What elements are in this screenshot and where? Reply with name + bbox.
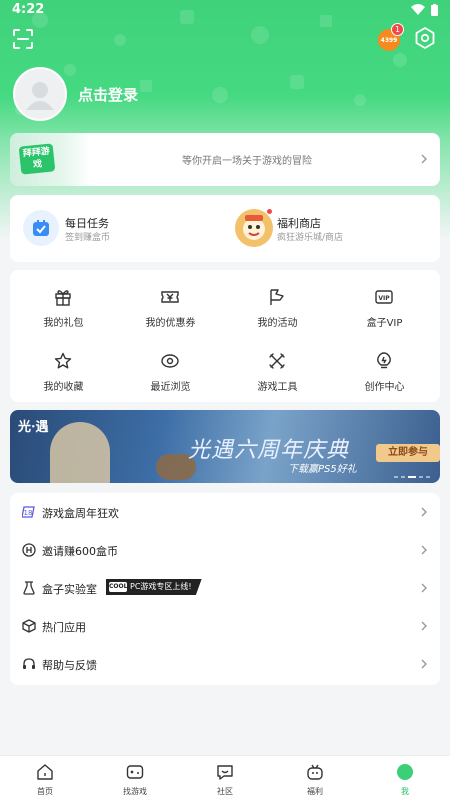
chevron-right-icon <box>421 583 427 593</box>
avatar[interactable] <box>13 67 67 121</box>
banner-subtitle: 下载赢PS5好礼 <box>288 464 357 475</box>
shortcut-recent-views[interactable]: 最近浏览 <box>117 336 224 396</box>
shortcut-label: 创作中心 <box>364 382 405 393</box>
list-item-label: 游戏盒周年狂欢 <box>42 507 119 520</box>
shortcut-my-gifts[interactable]: 我的礼包 <box>10 272 117 332</box>
shortcut-my-favorites[interactable]: 我的收藏 <box>10 336 117 396</box>
bottom-tab-bar: 首页 找游戏 社区 福利 我 <box>0 755 450 800</box>
shortcut-grid: 我的礼包 我的优惠券 我的活动 VIP 盒子VIP 我的收藏 最近浏览 游戏工具… <box>10 270 440 402</box>
cube-icon <box>22 619 36 633</box>
banner-pager <box>394 476 430 478</box>
status-bar: 4:22 <box>0 0 450 20</box>
list-item-hot-apps[interactable]: 热门应用 <box>10 607 440 645</box>
headset-icon <box>23 658 35 669</box>
adventure-card[interactable]: 拜拜游戏 等你开启一场关于游戏的冒险 <box>10 133 440 186</box>
list-item-anniversary[interactable]: 18 游戏盒周年狂欢 <box>10 493 440 531</box>
shortcut-label: 我的礼包 <box>43 318 84 329</box>
svg-text:18: 18 <box>24 509 33 517</box>
tab-label: 我 <box>401 787 409 796</box>
coin-label: 4399 <box>380 36 398 44</box>
adventure-logo-badge: 拜拜游戏 <box>18 143 56 175</box>
tab-label: 首页 <box>37 787 53 796</box>
tab-find-games[interactable]: 找游戏 <box>90 756 180 800</box>
tab-label: 福利 <box>307 787 323 796</box>
tab-community[interactable]: 社区 <box>180 756 270 800</box>
adventure-logo: 拜拜游戏 <box>10 133 90 186</box>
notification-badge: 1 <box>391 23 404 36</box>
chevron-right-icon <box>421 507 427 517</box>
list-item-help[interactable]: 帮助与反馈 <box>10 645 440 683</box>
shortcut-label: 我的优惠券 <box>145 318 196 329</box>
promo-banner[interactable]: 光·遇 光遇六周年庆典 下载赢PS5好礼 立即参与 <box>10 410 440 483</box>
list-item-invite[interactable]: 邀请赚600盒币 <box>10 531 440 569</box>
lab-promo-tag: COOL PC游戏专区上线! <box>106 579 202 595</box>
anniversary-icon: 18 <box>22 506 35 518</box>
tab-home[interactable]: 首页 <box>0 756 90 800</box>
battery-icon <box>431 4 438 16</box>
vip-icon: VIP <box>375 290 393 304</box>
list-item-label: 邀请赚600盒币 <box>42 545 118 558</box>
shortcut-creator-center[interactable]: 创作中心 <box>331 336 438 396</box>
welfare-shop-subtitle: 疯狂游乐城/商店 <box>277 233 344 243</box>
tab-welfare[interactable]: 福利 <box>270 756 360 800</box>
invite-coin-icon <box>22 543 36 557</box>
coupon-icon <box>161 291 179 303</box>
home-icon <box>37 764 53 780</box>
tab-label: 找游戏 <box>123 787 147 796</box>
welfare-shop-item[interactable]: 福利商店 疯狂游乐城/商店 <box>10 195 440 262</box>
banner-cta-button[interactable]: 立即参与 <box>376 444 440 462</box>
adventure-text: 等你开启一场关于游戏的冒险 <box>182 156 312 167</box>
welfare-shop-title: 福利商店 <box>277 217 321 230</box>
tab-me[interactable]: 我 <box>360 756 450 800</box>
banner-game-logo: 光·遇 <box>18 420 49 435</box>
gamepad-icon <box>126 765 144 779</box>
status-icons <box>411 4 438 16</box>
tools-icon <box>269 353 285 369</box>
shortcut-label: 盒子VIP <box>366 318 403 329</box>
flag-icon <box>270 289 284 305</box>
shortcut-label: 游戏工具 <box>257 382 298 393</box>
shortcut-box-vip[interactable]: VIP 盒子VIP <box>331 272 438 332</box>
tab-label: 社区 <box>217 787 233 796</box>
chevron-right-icon <box>421 545 427 555</box>
svg-text:VIP: VIP <box>378 295 390 302</box>
shortcut-label: 我的活动 <box>257 318 298 329</box>
tasks-card: 每日任务 签到赚盒币 福利商店 疯狂游乐城/商店 <box>10 195 440 262</box>
wifi-icon <box>411 4 425 15</box>
bulb-icon <box>377 352 391 369</box>
star-icon <box>54 352 72 369</box>
shop-red-dot <box>266 208 273 215</box>
eye-icon <box>161 354 179 368</box>
shortcut-label: 最近浏览 <box>150 382 191 393</box>
lab-flask-icon <box>23 581 35 595</box>
cool-badge: COOL <box>109 582 128 592</box>
shortcut-my-coupons[interactable]: 我的优惠券 <box>117 272 224 332</box>
gift-icon <box>55 290 71 306</box>
status-time: 4:22 <box>12 2 45 17</box>
scan-icon[interactable] <box>12 28 34 50</box>
list-item-label: 帮助与反馈 <box>42 659 97 672</box>
shortcut-game-tools[interactable]: 游戏工具 <box>224 336 331 396</box>
list-item-label: 盒子实验室 <box>42 583 97 596</box>
gift-box-icon <box>307 764 323 780</box>
settings-gear-icon[interactable] <box>414 27 436 49</box>
chat-icon <box>217 765 233 780</box>
chevron-right-icon <box>421 621 427 631</box>
list-item-lab[interactable]: 盒子实验室 COOL PC游戏专区上线! <box>10 569 440 607</box>
shortcut-my-activities[interactable]: 我的活动 <box>224 272 331 332</box>
banner-character-art <box>50 422 110 483</box>
default-avatar-icon <box>26 82 54 110</box>
chevron-right-icon <box>421 659 427 669</box>
menu-list: 18 游戏盒周年狂欢 邀请赚600盒币 盒子实验室 COOL PC游戏专区上线!… <box>10 493 440 685</box>
lab-promo-text: PC游戏专区上线! <box>130 582 192 591</box>
me-icon <box>397 764 445 783</box>
shortcut-label: 我的收藏 <box>43 382 84 393</box>
list-item-label: 热门应用 <box>42 621 86 634</box>
chevron-right-icon <box>421 154 427 164</box>
login-link[interactable]: 点击登录 <box>78 84 138 105</box>
